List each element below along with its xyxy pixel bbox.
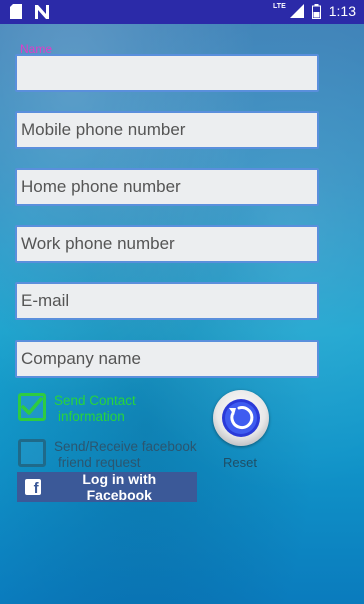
facebook-friend-checkbox[interactable] (18, 439, 46, 467)
send-contact-option[interactable]: Send Contact information (18, 393, 136, 425)
facebook-icon (25, 479, 41, 497)
mobile-phone-input[interactable] (15, 111, 319, 149)
reset-button[interactable] (213, 390, 269, 446)
facebook-login-button[interactable]: Log in with Facebook (17, 471, 197, 503)
refresh-icon (222, 399, 260, 437)
signal-icon (289, 4, 304, 18)
facebook-friend-label: Send/Receive facebook friend request (54, 439, 197, 471)
status-bar: LTE 1:13 (0, 0, 364, 24)
company-name-input[interactable] (15, 340, 319, 378)
sd-card-icon (10, 4, 22, 19)
reset-label: Reset (223, 455, 257, 470)
checkmark-icon (21, 397, 43, 415)
facebook-friend-line1: Send/Receive facebook (54, 439, 197, 454)
facebook-friend-option[interactable]: Send/Receive facebook friend request (18, 439, 197, 471)
send-contact-checkbox[interactable] (18, 393, 46, 421)
notification-n-icon (35, 4, 49, 19)
send-contact-line2: information (58, 409, 125, 424)
status-time: 1:13 (328, 3, 356, 19)
send-contact-label: Send Contact information (54, 393, 136, 425)
network-type: LTE (273, 2, 286, 10)
work-phone-input[interactable] (15, 225, 319, 263)
send-contact-line1: Send Contact (54, 393, 136, 408)
facebook-login-label: Log in with Facebook (82, 471, 157, 503)
home-phone-input[interactable] (15, 168, 319, 206)
name-input[interactable] (15, 54, 319, 92)
battery-icon (311, 3, 321, 19)
email-input[interactable] (15, 282, 319, 320)
facebook-friend-line2: friend request (58, 455, 141, 470)
